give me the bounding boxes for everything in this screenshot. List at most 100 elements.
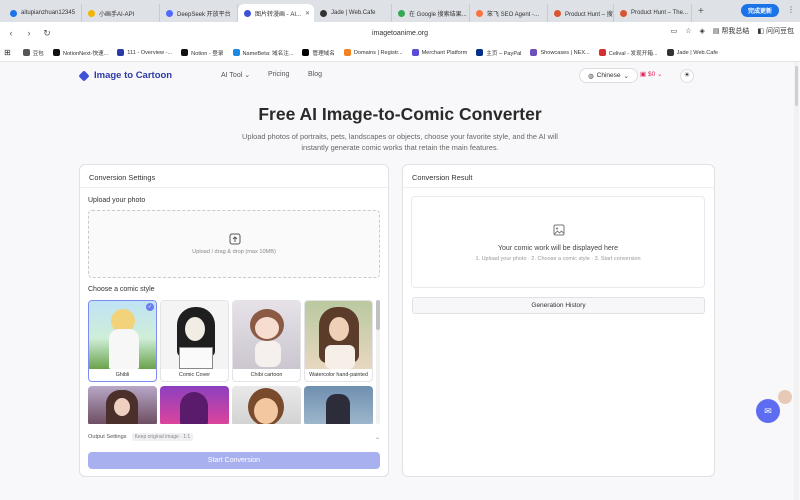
- bookmark-favicon-icon: [52, 49, 60, 56]
- chevron-down-icon: ⌄: [657, 71, 663, 78]
- browser-tab[interactable]: 在 Google 搜索结果...: [392, 4, 470, 22]
- tab-favicon-icon: [476, 9, 483, 17]
- card-title: Conversion Settings: [89, 173, 156, 182]
- page-title: Free AI Image-to-Comic Converter: [258, 104, 542, 124]
- close-tab-icon[interactable]: ✕: [301, 10, 310, 17]
- style-tile-more[interactable]: [232, 386, 301, 424]
- bookmark-item[interactable]: Merchant Platform: [411, 49, 468, 56]
- tab-menu-icon[interactable]: ⋮: [787, 5, 795, 14]
- url-field[interactable]: imagetoanime.org: [300, 30, 500, 37]
- browser-tab[interactable]: Jade | Web.Cafe: [314, 4, 392, 22]
- browser-tab[interactable]: 笨飞 SEO Agent -...: [470, 4, 548, 22]
- bookmark-item[interactable]: 111 - Overview -...: [117, 49, 172, 56]
- browser-tab[interactable]: Product Hunt – The...: [614, 4, 692, 22]
- bookmark-favicon-icon: [411, 49, 419, 56]
- tab-label: Product Hunt – 搜索: [565, 11, 614, 18]
- language-label: Chinese: [596, 72, 621, 79]
- tab-label: 小画手AI-API: [99, 11, 135, 18]
- tab-favicon-icon: [244, 9, 251, 17]
- tab-label: 在 Google 搜索结果...: [409, 11, 467, 18]
- browser-tab[interactable]: 小画手AI-API: [82, 4, 160, 22]
- style-tile-more[interactable]: [304, 386, 373, 424]
- bookmark-item[interactable]: NotionNext-快速...: [52, 49, 108, 57]
- style-tile-more[interactable]: [88, 386, 157, 424]
- selected-check-icon: ✓: [146, 303, 154, 311]
- nav-blog[interactable]: Blog: [308, 71, 322, 78]
- ask-doubao-button[interactable]: ◧ 问问豆包: [757, 26, 794, 36]
- tab-label: aitupianzhuan12345: [21, 10, 76, 16]
- page-scrollbar[interactable]: [794, 62, 799, 500]
- style-tile-chibi-cartoon[interactable]: Chibi cartoon: [232, 300, 301, 382]
- bookmark-label: Jade | Web.Cafe: [676, 49, 719, 56]
- new-tab-icon[interactable]: +: [698, 6, 704, 17]
- browser-tab[interactable]: aitupianzhuan12345: [4, 4, 82, 22]
- chat-icon[interactable]: ✉: [756, 399, 780, 423]
- update-button[interactable]: 完成更新: [740, 4, 779, 17]
- nav-ai-tool[interactable]: AI Tool ⌄: [221, 71, 250, 79]
- bookmark-item[interactable]: NameBeta: 域名注...: [232, 49, 293, 57]
- nav-pricing[interactable]: Pricing: [268, 71, 289, 78]
- bookmark-label: Merchant Platform: [421, 49, 468, 56]
- chevron-down-icon: ⌄: [244, 72, 251, 79]
- generation-history-button[interactable]: Generation History: [412, 297, 705, 314]
- comic-cover-preview-image: [161, 301, 228, 369]
- tab-favicon-icon: [320, 9, 327, 17]
- style-tile-more[interactable]: [160, 386, 229, 424]
- credits-value: $0: [647, 71, 656, 78]
- tab-label: Product Hunt – The...: [631, 10, 688, 16]
- reload-icon[interactable]: ↻: [38, 28, 56, 39]
- address-bar: ‹ › ↻ imagetoanime.org ▭ ☆ ◈ ▤ 帮我总结 ◧ 问问…: [0, 22, 800, 44]
- start-conversion-button[interactable]: Start Conversion: [88, 452, 380, 469]
- bookmark-item[interactable]: Notion - 登录: [181, 49, 224, 57]
- style-tile-watercolor[interactable]: Watercolor hand-painted: [304, 300, 373, 382]
- forward-icon[interactable]: ›: [20, 28, 38, 38]
- bookmark-item[interactable]: 管理域名: [302, 49, 335, 57]
- style-grid-scroll-thumb[interactable]: [376, 300, 380, 330]
- bookmark-item[interactable]: Showcases | NEX...: [530, 49, 590, 56]
- bookmark-item[interactable]: Celival - 发现开箱...: [598, 49, 658, 57]
- screen-icon[interactable]: ▭: [671, 27, 678, 35]
- credit-card-icon: ▣: [640, 71, 647, 78]
- style-tile-comic-cover[interactable]: Comic Cover: [160, 300, 229, 382]
- browser-tab[interactable]: Product Hunt – 搜索: [548, 4, 614, 22]
- bookmark-item[interactable]: Domains | Registr...: [343, 49, 403, 56]
- logo-text: Image to Cartoon: [94, 70, 173, 81]
- summarize-button[interactable]: ▤ 帮我总结: [713, 26, 750, 36]
- style-caption: Watercolor hand-painted: [309, 372, 368, 378]
- bookmark-item[interactable]: 主页 – PayPal: [476, 49, 521, 57]
- bookmark-star-icon[interactable]: ☆: [685, 27, 691, 35]
- style-tile-ghibli[interactable]: ✓ Ghibli: [88, 300, 157, 382]
- bookmark-label: 主页 – PayPal: [486, 50, 522, 57]
- divider: [80, 187, 388, 188]
- browser-tab-bar: aitupianzhuan12345 小画手AI-API DeepSeek 开放…: [0, 0, 800, 22]
- ask-doubao-label: 问问豆包: [766, 28, 794, 35]
- bookmark-favicon-icon: [476, 49, 484, 56]
- bookmark-favicon-icon: [232, 49, 240, 56]
- extension-icon[interactable]: ◈: [699, 27, 704, 35]
- apps-grid-icon[interactable]: ⊞: [4, 48, 11, 57]
- tab-favicon-icon: [554, 9, 561, 17]
- upload-icon: [229, 233, 241, 245]
- bookmark-item[interactable]: 豆包: [22, 49, 44, 57]
- watercolor-preview-image: [305, 301, 372, 369]
- output-settings-label: Output Settings: [88, 434, 127, 440]
- assistant-avatar[interactable]: [778, 390, 792, 404]
- back-icon[interactable]: ‹: [2, 28, 20, 38]
- bookmark-favicon-icon: [343, 49, 351, 56]
- output-settings-toggle[interactable]: Output Settings Keep original image · 1:…: [88, 433, 380, 441]
- bookmark-favicon-icon: [117, 49, 125, 56]
- browser-tab-active[interactable]: 图片转漫画 - AI... ✕: [238, 4, 314, 22]
- output-settings-badge: Keep original image · 1:1: [131, 433, 194, 441]
- chibi-preview-image: [233, 301, 300, 369]
- image-icon: [553, 224, 565, 236]
- credits-balance[interactable]: ▣ $0 ⌄: [640, 70, 662, 78]
- language-select[interactable]: ◍ Chinese ⌄: [579, 68, 638, 83]
- site-logo[interactable]: Image to Cartoon: [78, 69, 173, 82]
- bookmark-label: Celival - 发现开箱...: [608, 50, 658, 57]
- browser-tab[interactable]: DeepSeek 开放平台: [160, 4, 238, 22]
- bookmark-item[interactable]: Jade | Web.Cafe: [666, 49, 719, 56]
- upload-dropzone[interactable]: Upload / drag & drop (max 10MB): [88, 210, 380, 278]
- theme-toggle-icon[interactable]: ☀: [680, 69, 694, 83]
- style-label: Choose a comic style: [88, 286, 155, 293]
- page-scroll-thumb[interactable]: [795, 66, 798, 106]
